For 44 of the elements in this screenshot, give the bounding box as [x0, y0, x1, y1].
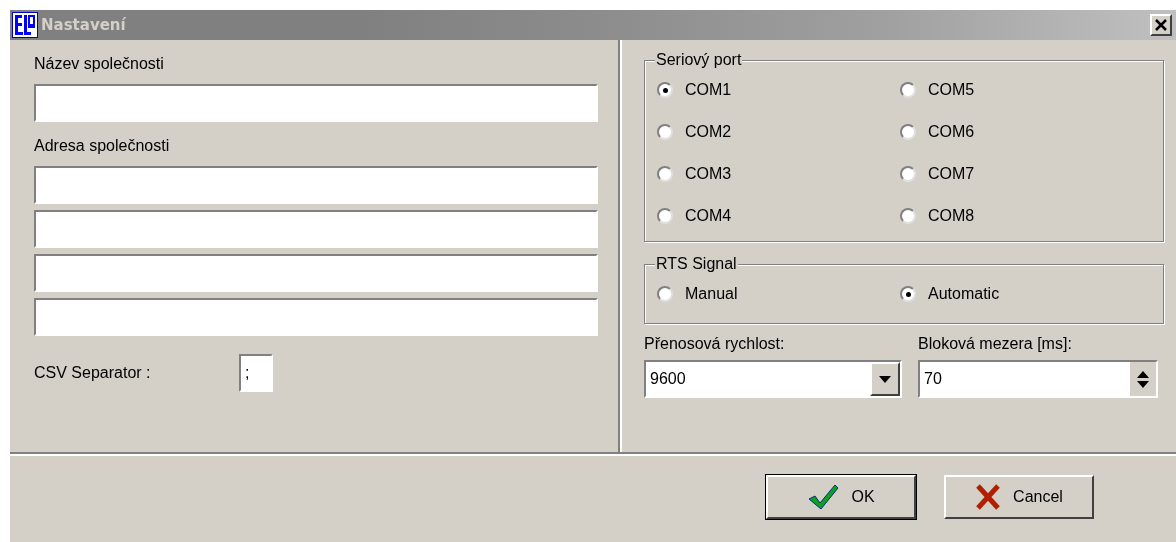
field-label: CSV Separator :: [34, 363, 152, 383]
radio-button[interactable]: [900, 82, 916, 98]
group-title: RTS Signal: [655, 254, 738, 274]
field-label: Přenosová rychlost:: [644, 334, 786, 354]
radio-button[interactable]: [657, 286, 673, 302]
ok-button[interactable]: OK: [766, 475, 916, 519]
baud-rate-dropdown[interactable]: 9600: [644, 360, 902, 398]
group-title: Seriový port: [655, 50, 743, 70]
radio-label: COM1: [685, 80, 732, 100]
cancel-button[interactable]: Cancel: [944, 475, 1094, 519]
address-field[interactable]: [34, 254, 598, 292]
radio-label: Automatic: [928, 284, 1000, 304]
radio-button[interactable]: [900, 124, 916, 140]
radio-label: COM2: [685, 122, 732, 142]
field-label: Bloková mezera [ms]:: [918, 334, 1073, 354]
block-gap-spinner[interactable]: 70: [918, 360, 1158, 398]
radio-button[interactable]: [657, 208, 673, 224]
field-label: Adresa společnosti: [34, 136, 171, 156]
address-field[interactable]: [34, 298, 598, 336]
csv-separator-field[interactable]: ;: [239, 354, 273, 392]
radio-label: COM3: [685, 164, 732, 184]
address-field[interactable]: [34, 166, 598, 204]
spinner-arrows-icon[interactable]: [1130, 362, 1156, 396]
field-label: Název společnosti: [34, 54, 165, 74]
window-title: Nastavení: [41, 14, 126, 36]
radio-label: COM7: [928, 164, 975, 184]
radio-button[interactable]: [900, 286, 916, 302]
radio-button[interactable]: [657, 82, 673, 98]
radio-label: COM6: [928, 122, 975, 142]
radio-button[interactable]: [900, 208, 916, 224]
close-icon: [1155, 19, 1167, 31]
company-name-field[interactable]: [34, 84, 598, 122]
radio-button[interactable]: [657, 166, 673, 182]
radio-button[interactable]: [657, 124, 673, 140]
radio-label: Manual: [685, 284, 738, 304]
address-field[interactable]: [34, 210, 598, 248]
radio-button[interactable]: [900, 166, 916, 182]
close-button[interactable]: [1150, 14, 1172, 36]
radio-label: COM8: [928, 206, 975, 226]
cross-icon: [975, 483, 1002, 511]
radio-label: COM4: [685, 206, 732, 226]
app-logo-icon: [12, 12, 38, 38]
radio-label: COM5: [928, 80, 975, 100]
checkmark-icon: [807, 483, 840, 511]
